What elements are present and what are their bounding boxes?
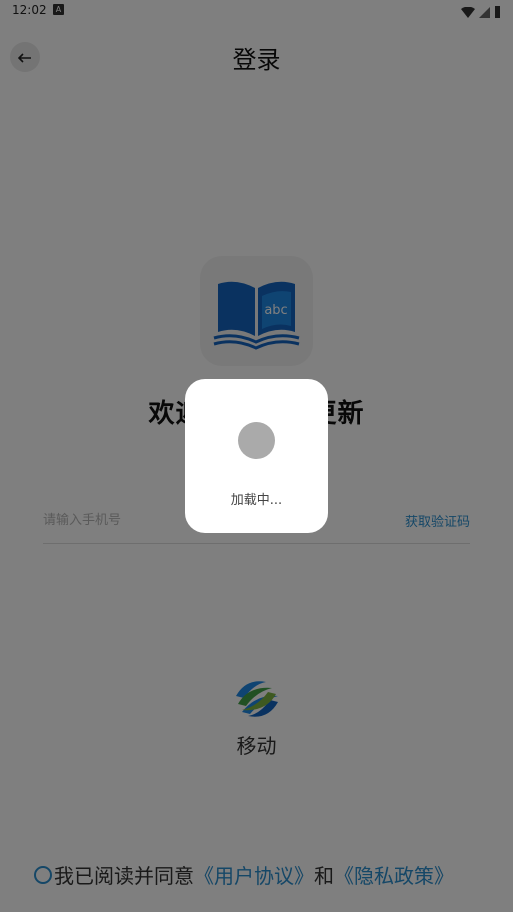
loading-text: 加载中...	[230, 493, 283, 508]
loading-dialog: 加载中...	[185, 379, 328, 533]
loading-spinner-icon	[238, 422, 275, 459]
